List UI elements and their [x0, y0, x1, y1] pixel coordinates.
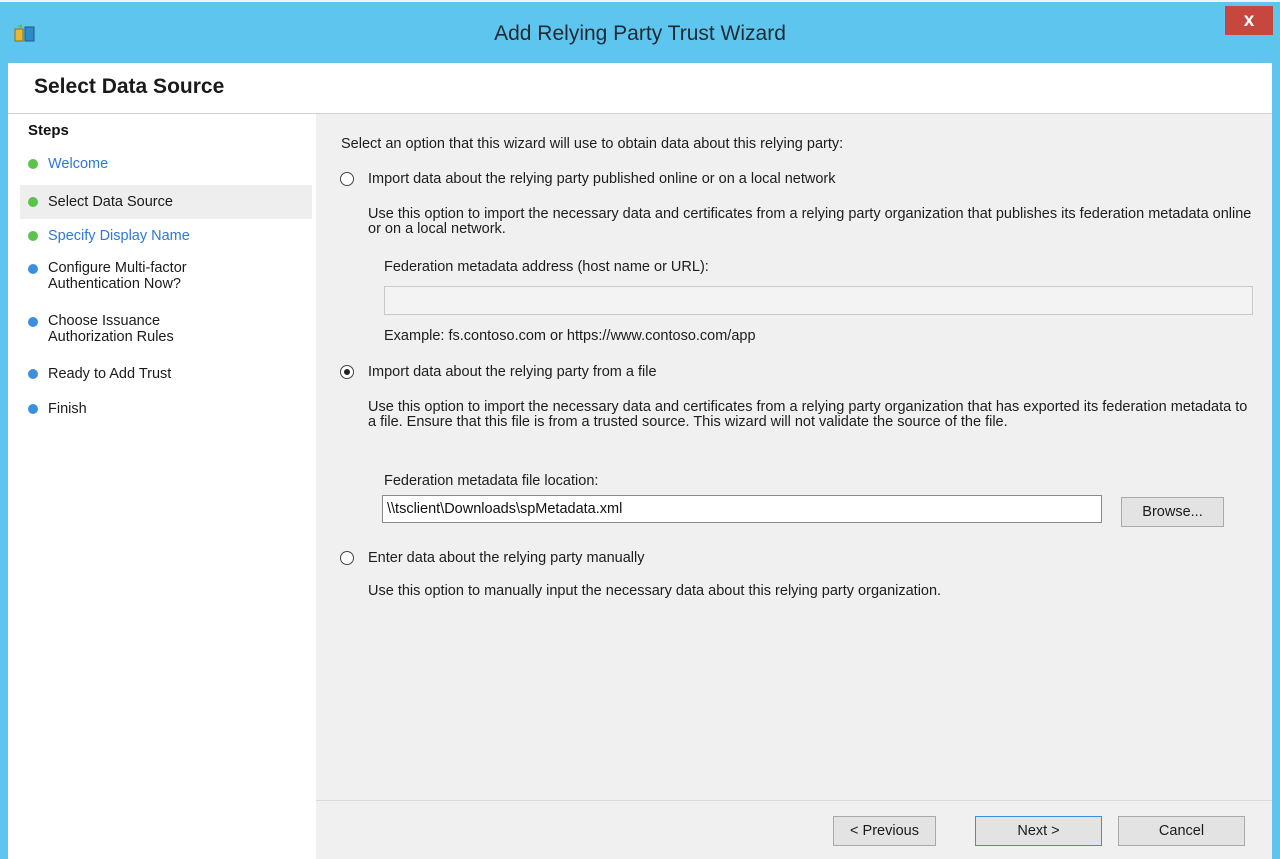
metadata-address-input[interactable]	[384, 286, 1253, 315]
status-dot-icon	[28, 404, 38, 414]
metadata-address-example: Example: fs.contoso.com or https://www.c…	[384, 328, 756, 344]
step-specify-display-name[interactable]: Specify Display Name	[20, 225, 312, 247]
status-dot-icon	[28, 231, 38, 241]
status-dot-icon	[28, 369, 38, 379]
footer-divider	[316, 800, 1272, 801]
metadata-file-label: Federation metadata file location:	[384, 473, 599, 489]
steps-sidebar: Steps Welcome Select Data Source Specify…	[8, 114, 312, 859]
title-bar[interactable]: Add Relying Party Trust Wizard x	[0, 2, 1280, 63]
window-frame-right	[1272, 63, 1280, 859]
option-file-description: Use this option to import the necessary …	[368, 399, 1248, 430]
browse-button[interactable]: Browse...	[1121, 497, 1224, 527]
option-online-label[interactable]: Import data about the relying party publ…	[368, 171, 836, 187]
step-label: Finish	[48, 401, 87, 417]
cancel-button[interactable]: Cancel	[1118, 816, 1245, 846]
step-label: Choose Issuance Authorization Rules	[48, 313, 174, 345]
close-button[interactable]: x	[1225, 6, 1273, 35]
status-dot-icon	[28, 197, 38, 207]
step-label: Select Data Source	[48, 194, 173, 210]
radio-enter-manually[interactable]	[340, 551, 354, 565]
status-dot-icon	[28, 264, 38, 274]
window-frame-left	[0, 63, 8, 859]
status-dot-icon	[28, 317, 38, 327]
next-button[interactable]: Next >	[975, 816, 1102, 846]
step-select-data-source: Select Data Source	[20, 185, 312, 219]
option-manual-label[interactable]: Enter data about the relying party manua…	[368, 550, 644, 566]
steps-heading: Steps	[28, 122, 69, 139]
option-manual-description: Use this option to manually input the ne…	[368, 583, 942, 599]
step-label: Welcome	[48, 156, 109, 172]
wizard-content: Select an option that this wizard will u…	[316, 114, 1272, 859]
radio-import-file[interactable]	[340, 365, 354, 379]
step-welcome[interactable]: Welcome	[20, 153, 312, 175]
step-label: Configure Multi-factor Authentication No…	[48, 260, 187, 292]
intro-text: Select an option that this wizard will u…	[341, 136, 844, 152]
previous-button[interactable]: < Previous	[833, 816, 936, 846]
step-label: Specify Display Name	[48, 228, 190, 244]
page-header: Select Data Source	[8, 63, 1272, 114]
status-dot-icon	[28, 159, 38, 169]
window-title: Add Relying Party Trust Wizard	[494, 22, 786, 45]
radio-import-online[interactable]	[340, 172, 354, 186]
page-title: Select Data Source	[34, 75, 225, 98]
step-configure-mfa: Configure Multi-factor Authentication No…	[20, 258, 312, 298]
metadata-file-input[interactable]: \\tsclient\Downloads\spMetadata.xml	[382, 495, 1102, 523]
wizard-window: Add Relying Party Trust Wizard x Select …	[0, 2, 1280, 859]
option-file-label[interactable]: Import data about the relying party from…	[368, 364, 657, 380]
step-ready-to-add-trust: Ready to Add Trust	[20, 363, 312, 385]
metadata-address-label: Federation metadata address (host name o…	[384, 259, 709, 275]
step-finish: Finish	[20, 398, 312, 420]
step-label: Ready to Add Trust	[48, 366, 172, 382]
step-issuance-authorization-rules: Choose Issuance Authorization Rules	[20, 311, 312, 351]
option-online-description: Use this option to import the necessary …	[368, 206, 1252, 237]
